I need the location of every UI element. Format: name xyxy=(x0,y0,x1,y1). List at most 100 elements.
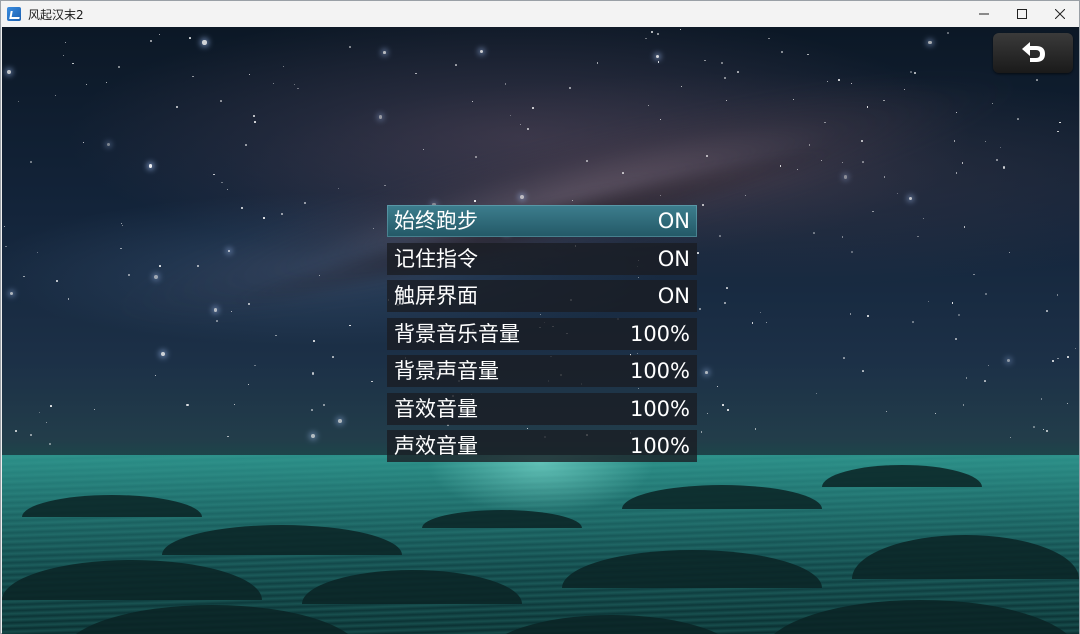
star xyxy=(159,33,161,35)
star xyxy=(263,217,265,219)
star xyxy=(645,37,647,40)
window-controls xyxy=(965,1,1079,27)
star xyxy=(850,251,853,254)
star xyxy=(722,404,724,406)
option-row-touch-ui[interactable]: 触屏界面 ON xyxy=(387,280,697,312)
star xyxy=(736,71,739,74)
star xyxy=(724,301,727,304)
star xyxy=(48,443,51,446)
star xyxy=(951,302,953,304)
close-button[interactable] xyxy=(1041,1,1079,27)
option-row-remember-command[interactable]: 记住指令 ON xyxy=(387,242,697,275)
star xyxy=(118,65,121,68)
star xyxy=(984,292,987,295)
star xyxy=(917,235,919,238)
star xyxy=(45,422,47,424)
star xyxy=(161,351,166,356)
back-button[interactable] xyxy=(993,33,1073,73)
star xyxy=(322,404,326,407)
star xyxy=(227,435,230,438)
title-bar[interactable]: 风起汉末2 xyxy=(1,1,1079,27)
star xyxy=(909,71,912,74)
star xyxy=(759,312,761,314)
star xyxy=(4,226,6,228)
star xyxy=(656,54,660,58)
wave-shape xyxy=(762,600,1079,634)
star xyxy=(241,207,243,209)
star xyxy=(860,140,863,143)
star xyxy=(928,300,930,302)
option-label: 始终跑步 xyxy=(394,209,478,233)
star xyxy=(700,431,703,433)
ocean-background xyxy=(2,455,1079,634)
star xyxy=(861,370,864,373)
star xyxy=(62,54,65,56)
option-row-voice-volume[interactable]: 声效音量 100% xyxy=(387,430,697,462)
option-value: 100% xyxy=(629,434,690,458)
star xyxy=(14,429,17,432)
star xyxy=(1008,252,1010,254)
star xyxy=(922,217,925,220)
star xyxy=(984,380,986,383)
option-row-se-volume[interactable]: 音效音量 100% xyxy=(387,392,697,425)
star xyxy=(192,75,194,78)
star xyxy=(149,40,152,43)
star xyxy=(596,62,598,64)
minimize-button[interactable] xyxy=(965,1,1003,27)
star xyxy=(720,61,723,64)
star xyxy=(1007,358,1011,362)
wave-shape xyxy=(822,465,982,487)
star xyxy=(781,51,784,53)
option-label: 记住指令 xyxy=(394,246,478,271)
star xyxy=(294,84,296,86)
option-row-always-run[interactable]: 始终跑步 ON xyxy=(387,205,697,237)
star xyxy=(378,114,383,119)
star xyxy=(935,413,937,415)
star xyxy=(657,61,660,63)
star xyxy=(988,364,990,366)
star xyxy=(504,83,507,85)
option-value: ON xyxy=(657,284,690,308)
star xyxy=(249,74,251,76)
star xyxy=(872,210,874,213)
star xyxy=(186,404,189,407)
star xyxy=(509,115,511,117)
star xyxy=(85,83,88,86)
wave-shape xyxy=(422,510,582,528)
star xyxy=(765,322,767,324)
option-label: 音效音量 xyxy=(394,396,478,421)
star xyxy=(1009,436,1012,439)
star xyxy=(843,175,847,179)
star xyxy=(221,181,223,184)
star xyxy=(213,308,217,312)
star xyxy=(272,82,274,84)
star xyxy=(659,118,661,121)
star xyxy=(585,159,588,162)
star xyxy=(202,40,207,45)
star xyxy=(883,99,885,101)
star xyxy=(54,94,57,97)
wave-shape xyxy=(562,550,822,588)
star xyxy=(226,188,228,191)
star xyxy=(958,313,961,317)
maximize-button[interactable] xyxy=(1003,1,1041,27)
wave-shape xyxy=(852,535,1079,579)
wave-shape xyxy=(622,485,822,509)
game-viewport[interactable]: 始终跑步 ON 记住指令 ON 触屏界面 ON 背景音乐音量 100% 背景声音… xyxy=(2,27,1079,634)
star xyxy=(36,251,38,253)
star xyxy=(622,172,624,174)
star xyxy=(148,164,153,168)
star xyxy=(17,100,19,103)
wave-shape xyxy=(162,525,402,555)
option-row-bgm-volume[interactable]: 背景音乐音量 100% xyxy=(387,317,697,350)
option-row-bgs-volume[interactable]: 背景声音量 100% xyxy=(387,355,697,387)
option-value: ON xyxy=(657,209,690,233)
star xyxy=(701,203,704,206)
star xyxy=(815,392,818,395)
star xyxy=(1057,357,1059,360)
star xyxy=(1057,130,1059,132)
star xyxy=(10,291,14,295)
star xyxy=(680,85,682,87)
star xyxy=(955,111,957,114)
star xyxy=(82,142,84,144)
